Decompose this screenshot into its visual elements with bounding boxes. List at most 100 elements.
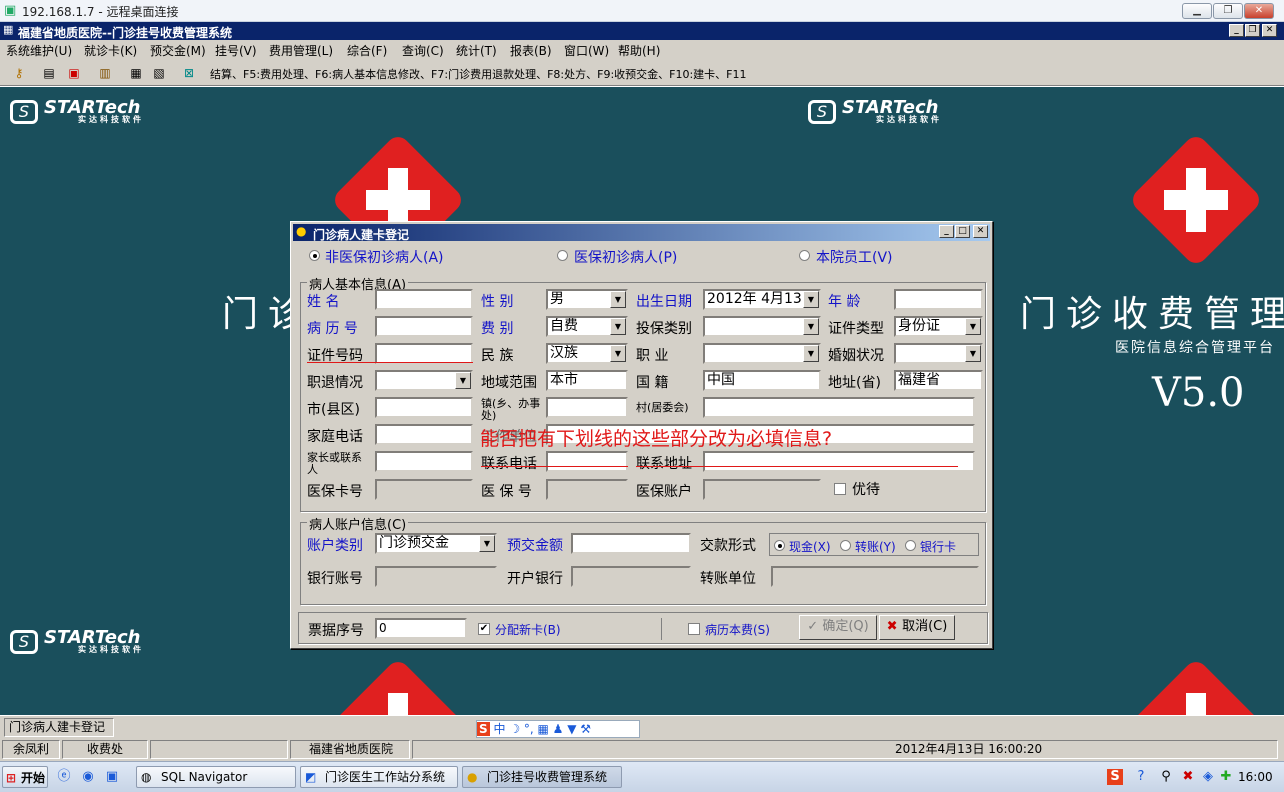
menu-register[interactable]: 挂号(V) bbox=[215, 42, 257, 59]
med-account-input bbox=[703, 479, 821, 500]
pay-card-radio[interactable] bbox=[905, 540, 916, 551]
dialog-titlebar: ● 门诊病人建卡登记 _ □ ✕ bbox=[293, 224, 990, 242]
start-button[interactable]: ⊞ 开始 bbox=[2, 766, 48, 788]
sql-navigator-icon: ◍ bbox=[141, 770, 152, 784]
assign-card-checkbox[interactable]: ✔ bbox=[478, 623, 490, 635]
insure-type-select[interactable]: ▼ bbox=[703, 316, 821, 337]
app-close-button[interactable]: ✕ bbox=[1262, 24, 1277, 37]
home-phone-input[interactable] bbox=[375, 424, 473, 445]
restore-button[interactable]: ❐ bbox=[1213, 3, 1243, 19]
menu-bar: 系统维护(U) 就诊卡(K) 预交金(M) 挂号(V) 费用管理(L) 综合(F… bbox=[0, 40, 1284, 59]
record-fee-checkbox[interactable] bbox=[688, 623, 700, 635]
ie-icon[interactable]: ⓔ bbox=[56, 769, 72, 785]
quicklaunch-icon[interactable]: ◉ bbox=[80, 769, 96, 785]
med-no-label: 医 保 号 bbox=[481, 484, 532, 500]
transfer-unit-input bbox=[771, 566, 979, 587]
menu-help[interactable]: 帮助(H) bbox=[618, 42, 660, 59]
bank-input bbox=[571, 566, 691, 587]
menu-stats[interactable]: 统计(T) bbox=[456, 42, 497, 59]
menu-card[interactable]: 就诊卡(K) bbox=[84, 42, 137, 59]
account-type-select[interactable]: 门诊预交金 ▼ bbox=[375, 533, 497, 554]
register-icon[interactable]: ▣ bbox=[65, 64, 83, 82]
help-tray-icon[interactable]: ? bbox=[1133, 769, 1149, 785]
contact-addr-input[interactable] bbox=[703, 451, 975, 472]
nation-input[interactable]: 中国 bbox=[703, 370, 821, 391]
dialog-close-button[interactable]: ✕ bbox=[973, 225, 988, 238]
retire-label: 职退情况 bbox=[307, 375, 363, 391]
network-tray-icon[interactable]: ✖ bbox=[1180, 769, 1196, 785]
calculator-icon[interactable]: ▦ bbox=[127, 64, 145, 82]
marital-select[interactable]: ▼ bbox=[894, 343, 983, 364]
remote-desktop-titlebar: ▣ 192.168.1.7 - 远程桌面连接 ▁ ❐ ✕ bbox=[0, 0, 1284, 22]
chevron-down-icon: ▼ bbox=[610, 318, 626, 335]
volume-tray-icon[interactable]: ◈ bbox=[1200, 769, 1216, 785]
menu-fee[interactable]: 费用管理(L) bbox=[269, 42, 333, 59]
card-icon[interactable]: ▤ bbox=[40, 64, 58, 82]
task-doctor-workstation[interactable]: ◩ 门诊医生工作站分系统 bbox=[300, 766, 458, 788]
security-tray-icon[interactable]: ✚ bbox=[1218, 769, 1234, 785]
dialog-maximize-button[interactable]: □ bbox=[955, 225, 970, 238]
ime-toolbar[interactable]: S 中 ☽ °, ▦ ♟ ▼ ⚒ bbox=[476, 720, 640, 738]
retire-select[interactable]: ▼ bbox=[375, 370, 473, 391]
minimize-button[interactable]: ▁ bbox=[1182, 3, 1212, 19]
key-icon[interactable]: ⚷ bbox=[10, 64, 28, 82]
radio-non-insured-label: 非医保初诊病人(A) bbox=[325, 250, 444, 266]
cert-no-input[interactable] bbox=[375, 343, 473, 364]
job-select[interactable]: ▼ bbox=[703, 343, 821, 364]
mdi-tab-card-registration[interactable]: 门诊病人建卡登记 bbox=[4, 718, 114, 737]
ethnic-label: 民 族 bbox=[481, 348, 514, 364]
receipt-no-label: 票据序号 bbox=[308, 623, 364, 639]
usb-tray-icon[interactable]: ⚲ bbox=[1158, 769, 1174, 785]
menu-report[interactable]: 报表(B) bbox=[510, 42, 552, 59]
menu-deposit[interactable]: 预交金(M) bbox=[150, 42, 206, 59]
menu-window[interactable]: 窗口(W) bbox=[564, 42, 609, 59]
deposit-amount-input[interactable] bbox=[571, 533, 691, 554]
book-icon[interactable]: ▥ bbox=[96, 64, 114, 82]
contact-addr-label: 联系地址 bbox=[636, 456, 692, 472]
menu-query[interactable]: 查询(C) bbox=[402, 42, 444, 59]
age-input[interactable] bbox=[894, 289, 983, 310]
ethnic-select[interactable]: 汉族 ▼ bbox=[546, 343, 628, 364]
app-minimize-button[interactable]: _ bbox=[1229, 24, 1244, 37]
province-input[interactable]: 福建省 bbox=[894, 370, 983, 391]
menu-system[interactable]: 系统维护(U) bbox=[6, 42, 72, 59]
app-restore-button[interactable]: ❐ bbox=[1245, 24, 1260, 37]
receipt-no-input[interactable]: 0 bbox=[375, 618, 467, 639]
confirm-button[interactable]: ✓ 确定(Q) bbox=[799, 615, 877, 640]
cancel-button[interactable]: ✖ 取消(C) bbox=[879, 615, 955, 640]
radio-non-insured[interactable] bbox=[309, 250, 320, 261]
shortcut-hint: 结算、F5:费用处理、F6:病人基本信息修改、F7:门诊费用退款处理、F8:处方… bbox=[210, 68, 747, 81]
marital-label: 婚姻状况 bbox=[828, 348, 884, 364]
sogou-tray-icon[interactable]: S bbox=[1107, 769, 1123, 785]
sogou-icon: S bbox=[477, 722, 490, 736]
pay-cash-radio[interactable] bbox=[774, 540, 785, 551]
city-input[interactable] bbox=[375, 397, 473, 418]
region-input[interactable]: 本市 bbox=[546, 370, 628, 391]
form-icon[interactable]: ▧ bbox=[150, 64, 168, 82]
fee-type-select[interactable]: 自费 ▼ bbox=[546, 316, 628, 337]
town-input[interactable] bbox=[546, 397, 628, 418]
dialog-minimize-button[interactable]: _ bbox=[939, 225, 954, 238]
birth-date-select[interactable]: 2012年 4月13 ▼ bbox=[703, 289, 821, 310]
gender-select[interactable]: 男 ▼ bbox=[546, 289, 628, 310]
guardian-input[interactable] bbox=[375, 451, 473, 472]
name-input[interactable] bbox=[375, 289, 473, 310]
chevron-down-icon: ▼ bbox=[803, 291, 819, 308]
pay-transfer-radio[interactable] bbox=[840, 540, 851, 551]
record-no-input[interactable] bbox=[375, 316, 473, 337]
priority-checkbox[interactable] bbox=[834, 483, 846, 495]
radio-insured[interactable] bbox=[557, 250, 568, 261]
task-sql-navigator[interactable]: ◍ SQL Navigator bbox=[136, 766, 296, 788]
radio-staff[interactable] bbox=[799, 250, 810, 261]
cert-type-select[interactable]: 身份证 ▼ bbox=[894, 316, 983, 337]
status-dept: 收费处 bbox=[62, 740, 148, 759]
close-button[interactable]: ✕ bbox=[1244, 3, 1274, 19]
logo-s-icon: S bbox=[808, 100, 836, 124]
task-outpatient-fee[interactable]: ● 门诊挂号收费管理系统 bbox=[462, 766, 622, 788]
menu-general[interactable]: 综合(F) bbox=[347, 42, 387, 59]
village-input[interactable] bbox=[703, 397, 975, 418]
app-quicklaunch-icon[interactable]: ▣ bbox=[104, 769, 120, 785]
exit-icon[interactable]: ⊠ bbox=[180, 64, 198, 82]
contact-phone-input[interactable] bbox=[546, 451, 628, 472]
chevron-down-icon: ▼ bbox=[965, 318, 981, 335]
